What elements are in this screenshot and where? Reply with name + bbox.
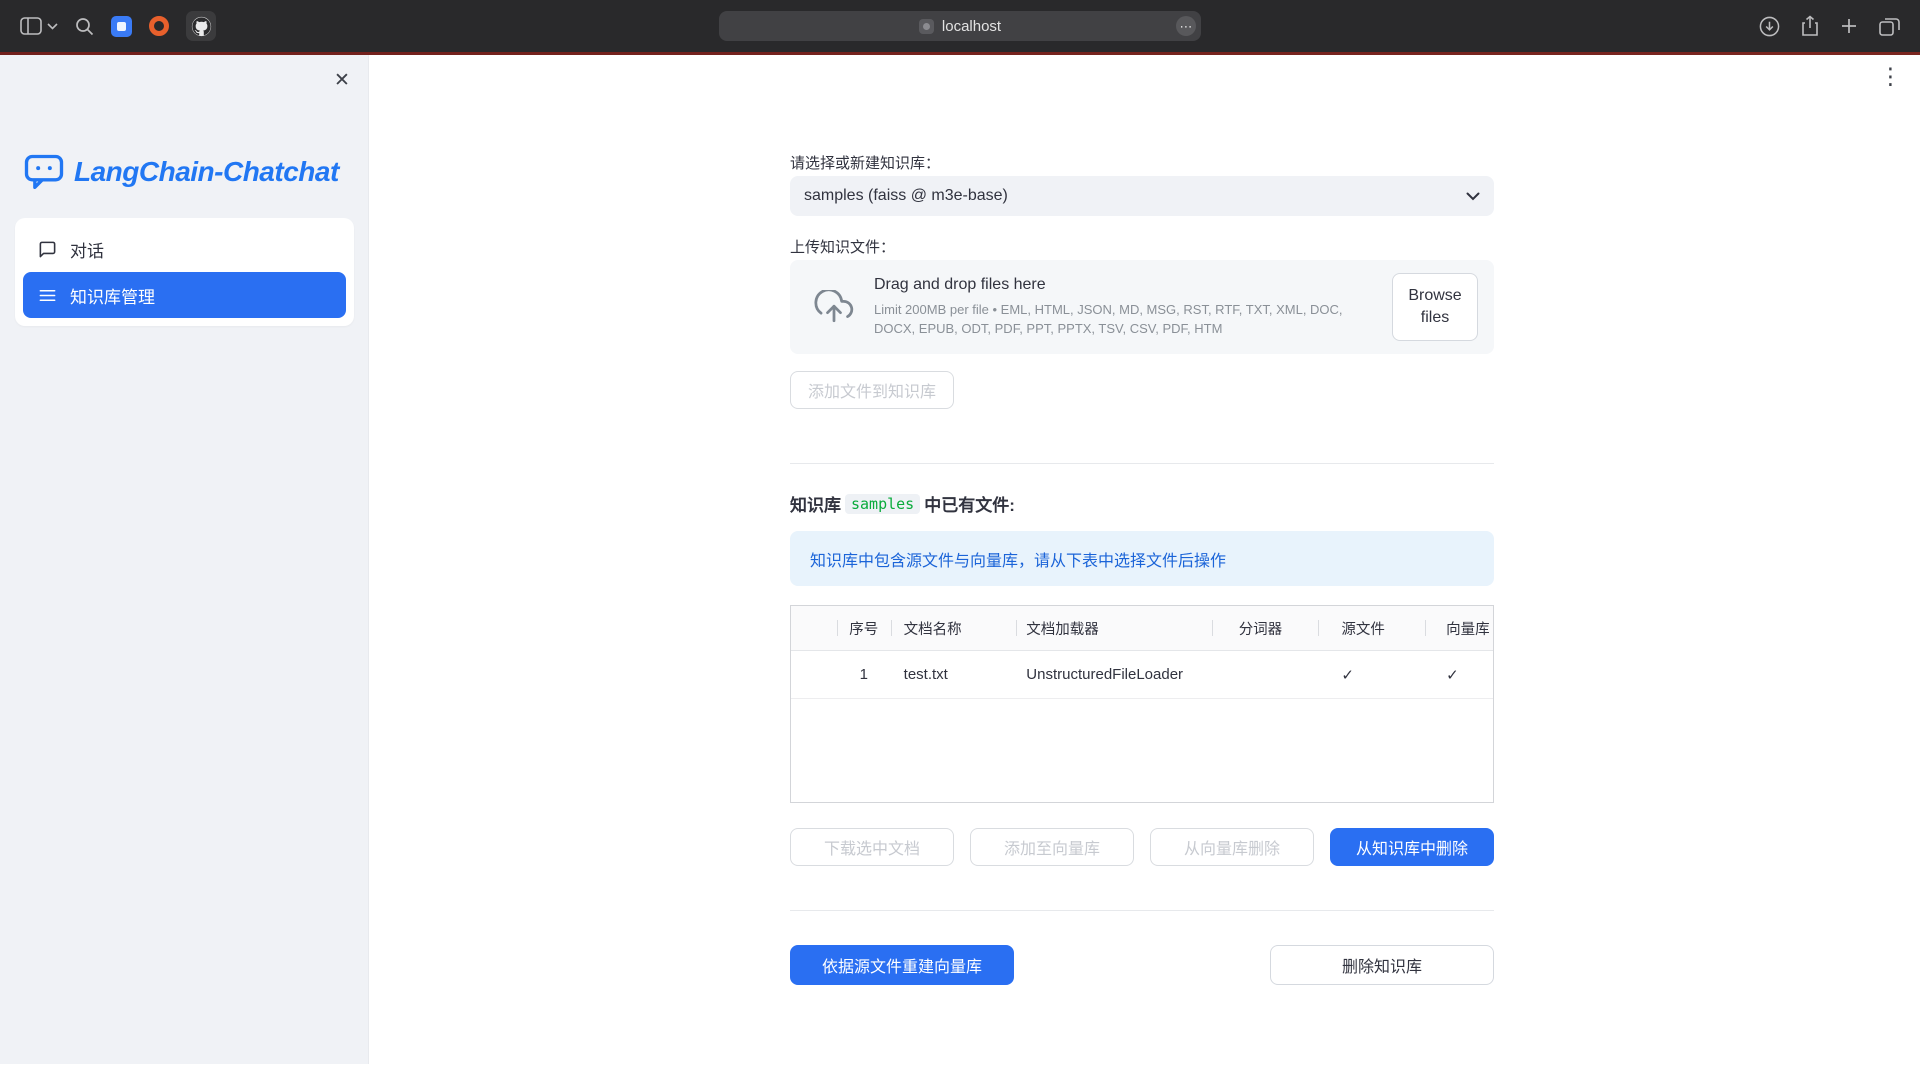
kb-files-table: 序号 文档名称 文档加载器 分词器 源文件 向量库 1 test.txt Uns… xyxy=(790,605,1494,803)
cell-source-check[interactable]: ✓ xyxy=(1318,651,1425,698)
kb-files-heading: 知识库 samples 中已有文件: xyxy=(790,491,1494,516)
tab-overview-icon[interactable] xyxy=(1879,17,1900,36)
divider xyxy=(790,463,1494,464)
kb-bottom-buttons: 依据源文件重建向量库 删除知识库 xyxy=(790,945,1494,985)
address-bar[interactable]: localhost ⋯ xyxy=(719,11,1201,41)
col-header-name: 文档名称 xyxy=(891,606,1017,650)
kb-select-dropdown[interactable]: samples (faiss @ m3e-base) xyxy=(790,176,1494,216)
delete-kb-button[interactable]: 删除知识库 xyxy=(1270,945,1494,985)
table-header-row: 序号 文档名称 文档加载器 分词器 源文件 向量库 xyxy=(791,606,1493,651)
dropzone-title: Drag and drop files here xyxy=(874,276,1372,294)
app-menu-button[interactable]: ⋮ xyxy=(1879,63,1902,91)
kb-name-code: samples xyxy=(845,494,920,514)
delete-from-kb-button[interactable]: 从知识库中删除 xyxy=(1330,828,1494,866)
app-sidebar: ✕ LangChain-Chatchat 对话 xyxy=(0,55,369,1064)
kb-select-label: 请选择或新建知识库： xyxy=(790,152,1494,173)
download-selected-button[interactable]: 下载选中文档 xyxy=(790,828,954,866)
sidebar-item-label: 知识库管理 xyxy=(70,283,155,308)
sidebar-item-label: 对话 xyxy=(70,237,104,262)
upload-cloud-icon xyxy=(814,290,854,324)
upload-section-label: 上传知识文件： xyxy=(790,236,1494,257)
chevron-down-icon xyxy=(47,23,58,30)
logo-chat-bubble-icon xyxy=(24,153,64,190)
dropzone-limit-text: Limit 200MB per file • EML, HTML, JSON, … xyxy=(874,300,1372,339)
main-area: ⋮ 请选择或新建知识库： samples (faiss @ m3e-base) … xyxy=(369,55,1920,1080)
cell-loader[interactable]: UnstructuredFileLoader xyxy=(1016,651,1211,698)
col-header-loader: 文档加载器 xyxy=(1016,606,1211,650)
browser-toolbar: localhost ⋯ xyxy=(0,0,1920,52)
url-text: localhost xyxy=(942,18,1001,35)
downloads-icon[interactable] xyxy=(1759,16,1780,37)
github-tab-icon[interactable] xyxy=(186,11,216,41)
dropzone-text: Drag and drop files here Limit 200MB per… xyxy=(874,276,1372,339)
sidebar-item-dialogue[interactable]: 对话 xyxy=(23,226,346,272)
sidebar-panel-icon xyxy=(20,17,42,35)
col-header-vector: 向量库 xyxy=(1425,606,1493,650)
cell-splitter[interactable] xyxy=(1212,651,1319,698)
pinned-tab-blue-icon[interactable] xyxy=(111,16,132,37)
cell-index[interactable]: 1 xyxy=(837,651,891,698)
row-marker-cell[interactable] xyxy=(791,651,837,698)
chat-bubble-icon xyxy=(38,240,57,259)
page-options-icon[interactable]: ⋯ xyxy=(1176,16,1196,36)
sidebar-close-button[interactable]: ✕ xyxy=(329,67,355,93)
new-tab-icon[interactable] xyxy=(1840,17,1858,35)
col-header-index: 序号 xyxy=(837,606,891,650)
cell-vector-check[interactable]: ✓ xyxy=(1425,651,1493,698)
logo-text: LangChain-Chatchat xyxy=(74,156,339,188)
sidebar-bottom-strip xyxy=(0,1064,369,1080)
file-dropzone[interactable]: Drag and drop files here Limit 200MB per… xyxy=(790,260,1494,354)
share-icon[interactable] xyxy=(1801,15,1819,37)
kb-selected-value: samples (faiss @ m3e-base) xyxy=(804,187,1466,205)
add-to-vector-store-button[interactable]: 添加至向量库 xyxy=(970,828,1134,866)
rebuild-vector-store-button[interactable]: 依据源文件重建向量库 xyxy=(790,945,1014,985)
delete-from-vector-store-button[interactable]: 从向量库删除 xyxy=(1150,828,1314,866)
browse-files-button[interactable]: Browse files xyxy=(1392,273,1478,341)
sidebar-item-kb-management[interactable]: 知识库管理 xyxy=(23,272,346,318)
table-row[interactable]: 1 test.txt UnstructuredFileLoader ✓ ✓ xyxy=(791,651,1493,699)
col-header-source: 源文件 xyxy=(1318,606,1425,650)
browser-window: localhost ⋯ xyxy=(0,0,1920,1080)
select-chevron-icon xyxy=(1466,192,1480,201)
col-header-splitter: 分词器 xyxy=(1212,606,1319,650)
page-content: 请选择或新建知识库： samples (faiss @ m3e-base) 上传… xyxy=(790,55,1494,1065)
sidebar-menu: 对话 知识库管理 xyxy=(15,218,354,326)
heading-suffix: 中已有文件: xyxy=(924,491,1015,516)
heading-prefix: 知识库 xyxy=(790,491,841,516)
app-logo: LangChain-Chatchat xyxy=(24,153,339,190)
list-icon xyxy=(38,286,57,305)
info-alert: 知识库中包含源文件与向量库，请从下表中选择文件后操作 xyxy=(790,531,1494,586)
row-marker-header xyxy=(791,606,837,650)
divider xyxy=(790,910,1494,911)
file-action-buttons: 下载选中文档 添加至向量库 从向量库删除 从知识库中删除 xyxy=(790,828,1494,866)
pinned-tab-orange-icon[interactable] xyxy=(149,16,169,36)
cell-name[interactable]: test.txt xyxy=(891,651,1017,698)
info-text: 知识库中包含源文件与向量库，请从下表中选择文件后操作 xyxy=(810,547,1226,571)
site-favicon xyxy=(919,19,934,34)
sidebar-toggle-button[interactable] xyxy=(20,17,58,35)
search-icon[interactable] xyxy=(75,17,94,36)
add-files-to-kb-button[interactable]: 添加文件到知识库 xyxy=(790,371,954,409)
